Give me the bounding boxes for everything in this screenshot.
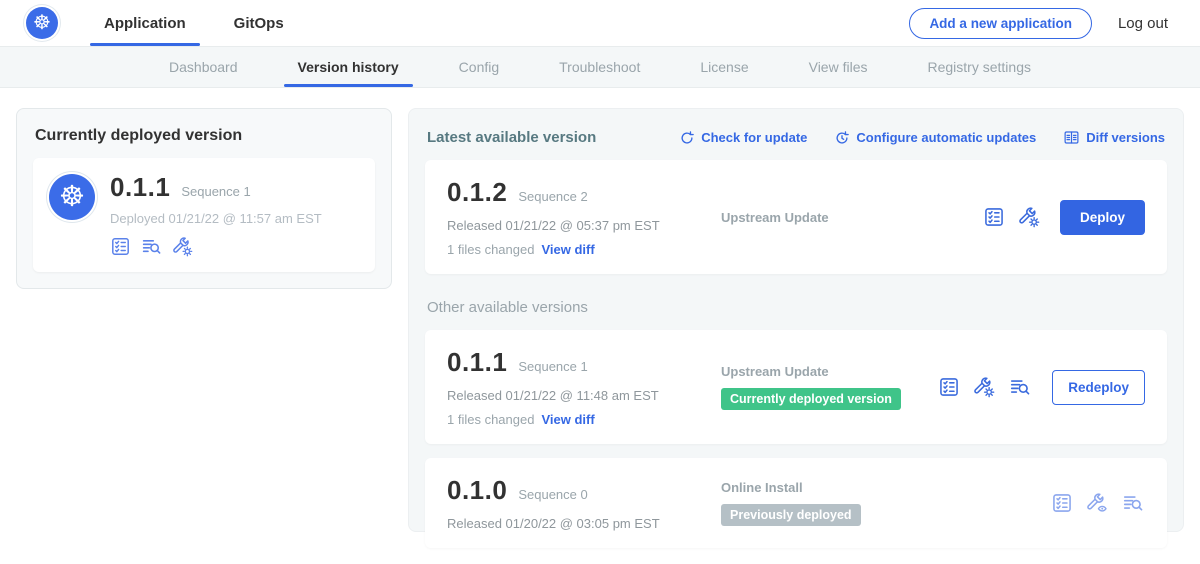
other-available-versions-title: Other available versions	[427, 299, 1165, 316]
app-subnav: Dashboard Version history Config Trouble…	[0, 46, 1200, 88]
check-for-update-label: Check for update	[701, 130, 807, 145]
subnav-tab-troubleshoot[interactable]: Troubleshoot	[529, 47, 670, 87]
version-row-0-1-0: 0.1.0 Sequence 0 Released 01/20/22 @ 03:…	[425, 458, 1167, 548]
files-changed-label: 1 files changed	[447, 412, 534, 427]
subnav-tab-dashboard[interactable]: Dashboard	[139, 47, 268, 87]
sequence-label: Sequence 2	[518, 189, 587, 204]
subnav-tab-registry-settings[interactable]: Registry settings	[898, 47, 1061, 87]
files-changed-label: 1 files changed	[447, 242, 534, 257]
subnav-tab-version-history[interactable]: Version history	[268, 47, 429, 87]
app-logo-icon: ☸	[49, 174, 95, 220]
version-number: 0.1.0	[447, 475, 507, 506]
version-row-0-1-1: 0.1.1 Sequence 1 Released 01/21/22 @ 11:…	[425, 330, 1167, 444]
logout-button[interactable]: Log out	[1118, 15, 1168, 32]
released-timestamp: Released 01/20/22 @ 03:05 pm EST	[447, 516, 697, 531]
tab-application-label: Application	[104, 15, 186, 32]
version-source-label: Upstream Update	[721, 210, 983, 225]
configure-automatic-updates-label: Configure automatic updates	[856, 130, 1036, 145]
diff-versions-label: Diff versions	[1086, 130, 1165, 145]
version-number: 0.1.2	[447, 177, 507, 208]
version-history-panel: Latest available version Check for updat…	[408, 108, 1184, 532]
currently-deployed-card: Currently deployed version ☸ 0.1.1 Seque…	[16, 108, 392, 289]
refresh-icon	[679, 130, 695, 146]
redeploy-button[interactable]: Redeploy	[1052, 370, 1145, 405]
configure-automatic-updates-link[interactable]: Configure automatic updates	[834, 130, 1036, 146]
edit-config-icon[interactable]	[1018, 206, 1040, 228]
sequence-label: Sequence 1	[518, 359, 587, 374]
view-config-icon[interactable]	[1086, 492, 1108, 514]
checklist-icon[interactable]	[1051, 492, 1073, 514]
tab-gitops[interactable]: GitOps	[210, 0, 308, 46]
deployed-version-number: 0.1.1	[110, 172, 170, 203]
previously-deployed-badge: Previously deployed	[721, 504, 861, 526]
view-diff-link[interactable]: View diff	[541, 412, 594, 427]
subnav-tab-view-files[interactable]: View files	[779, 47, 898, 87]
release-notes-icon[interactable]	[1121, 492, 1145, 514]
released-timestamp: Released 01/21/22 @ 05:37 pm EST	[447, 218, 697, 233]
deploy-button[interactable]: Deploy	[1060, 200, 1145, 235]
currently-deployed-title: Currently deployed version	[35, 127, 373, 145]
version-number: 0.1.1	[447, 347, 507, 378]
edit-config-icon[interactable]	[172, 236, 193, 257]
deployed-sequence-label: Sequence 1	[181, 184, 250, 199]
sequence-label: Sequence 0	[518, 487, 587, 502]
add-new-application-button[interactable]: Add a new application	[909, 8, 1092, 39]
edit-config-icon[interactable]	[973, 376, 995, 398]
latest-available-title: Latest available version	[427, 129, 652, 146]
currently-deployed-badge: Currently deployed version	[721, 388, 901, 410]
diff-icon	[1063, 129, 1080, 146]
check-for-update-link[interactable]: Check for update	[679, 130, 807, 146]
deployed-timestamp: Deployed 01/21/22 @ 11:57 am EST	[110, 211, 322, 226]
diff-versions-link[interactable]: Diff versions	[1063, 129, 1165, 146]
tab-gitops-label: GitOps	[234, 15, 284, 32]
checklist-icon[interactable]	[983, 206, 1005, 228]
version-source-label: Upstream Update	[721, 364, 938, 379]
released-timestamp: Released 01/21/22 @ 11:48 am EST	[447, 388, 697, 403]
checklist-icon[interactable]	[110, 236, 131, 257]
kubernetes-logo-icon: ☸	[26, 7, 58, 39]
version-row-0-1-2: 0.1.2 Sequence 2 Released 01/21/22 @ 05:…	[425, 160, 1167, 274]
view-diff-link[interactable]: View diff	[541, 242, 594, 257]
subnav-tab-config[interactable]: Config	[429, 47, 529, 87]
subnav-tab-license[interactable]: License	[670, 47, 778, 87]
release-notes-icon[interactable]	[1008, 376, 1032, 398]
schedule-update-icon	[834, 130, 850, 146]
version-source-label: Online Install	[721, 480, 1051, 495]
checklist-icon[interactable]	[938, 376, 960, 398]
app-header: ☸ Application GitOps Add a new applicati…	[0, 0, 1200, 46]
deployed-version-tile: ☸ 0.1.1 Sequence 1 Deployed 01/21/22 @ 1…	[33, 158, 375, 272]
release-notes-icon[interactable]	[140, 236, 163, 257]
tab-application[interactable]: Application	[80, 0, 210, 46]
